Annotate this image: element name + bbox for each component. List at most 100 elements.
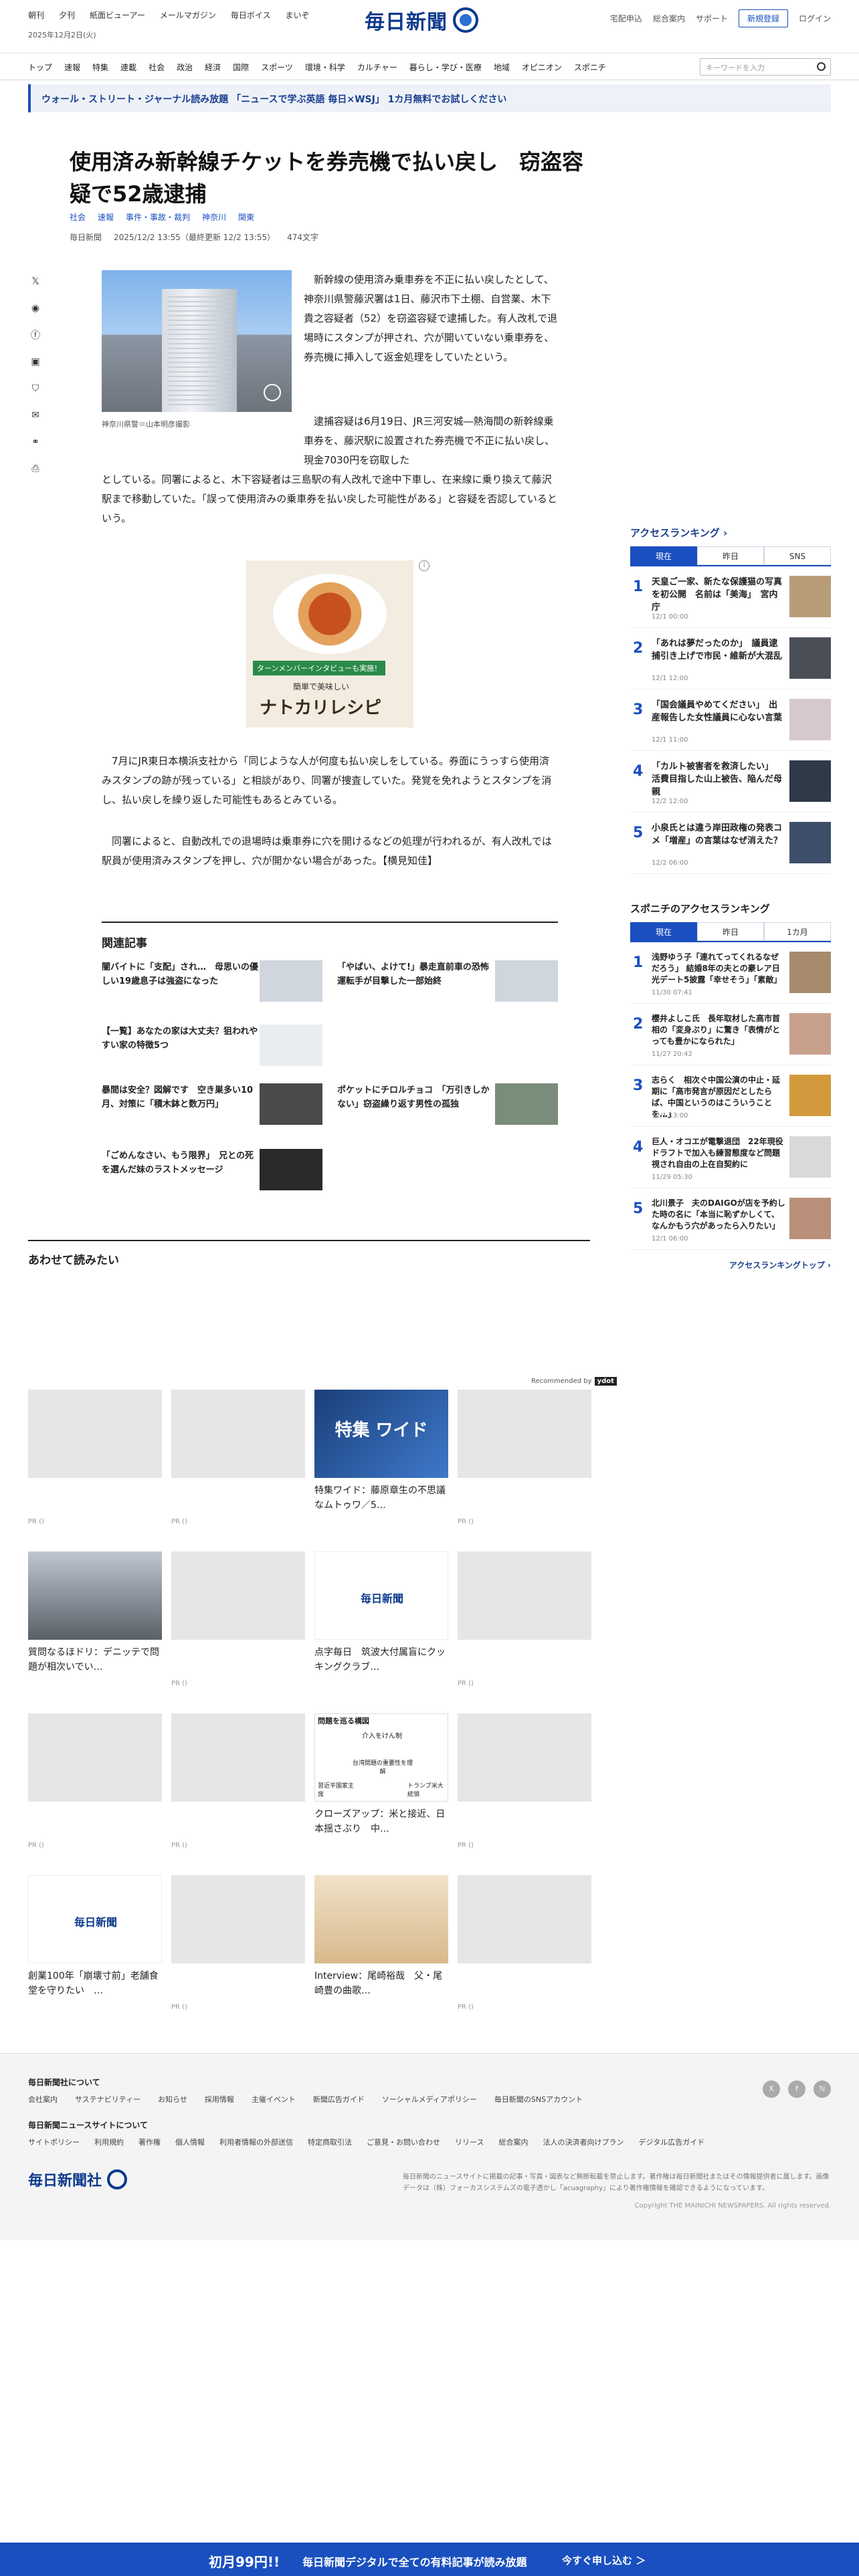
nav-item-culture[interactable]: カルチャー bbox=[357, 62, 409, 73]
ranking-item[interactable]: 1 天皇ご一家、新たな保護猫の写真を初公開 名前は「美海」 宮内庁 12/1 00:… bbox=[630, 566, 831, 628]
facebook-icon[interactable]: f bbox=[788, 2080, 805, 2098]
footer-link[interactable]: 法人の決済者向けプラン bbox=[543, 2137, 624, 2147]
register-button[interactable]: 新規登録 bbox=[738, 9, 788, 27]
ranking-top-link[interactable]: アクセスランキングトップ › bbox=[630, 1259, 831, 1271]
info-link[interactable]: 総合案内 bbox=[653, 13, 685, 24]
top-link-viewer[interactable]: 紙面ビューアー bbox=[90, 9, 145, 21]
sponichi-item[interactable]: 5 北川景子 夫のDAIGOが店を予約した時の名に「本当に恥ずかしくて、なんかもう… bbox=[630, 1188, 831, 1250]
footer-link[interactable]: サイトポリシー bbox=[28, 2137, 80, 2147]
ranking-item[interactable]: 5 小泉氏とは違う岸田政権の発表コメ「増産」の言葉はなぜ消えた？ 12/2 06:0… bbox=[630, 813, 831, 874]
bookmark-service-icon[interactable]: ◉ bbox=[28, 301, 43, 316]
footer-link[interactable]: 採用情報 bbox=[205, 2094, 234, 2105]
nav-item-economy[interactable]: 経済 bbox=[205, 62, 233, 73]
footer-link[interactable]: 新聞広告ガイド bbox=[313, 2094, 365, 2105]
related-article[interactable]: 暴間は安全？図解です 空き巣多い10月、対策に「積木鉢と数万円」 bbox=[102, 1083, 322, 1126]
top-link-mailmag[interactable]: メールマガジン bbox=[160, 9, 216, 21]
nav-item-top[interactable]: トップ bbox=[28, 62, 64, 73]
footer-link[interactable]: 著作権 bbox=[138, 2137, 161, 2147]
related-article[interactable]: 【一覧】あなたの家は大丈夫？狙われやすい家の特徴5つ bbox=[102, 1025, 322, 1067]
note-icon[interactable]: ℕ bbox=[814, 2080, 831, 2098]
recommend-card[interactable]: PR () bbox=[458, 1551, 591, 1687]
nav-item-sponichi[interactable]: スポニチ bbox=[574, 62, 618, 73]
recommend-card[interactable]: PR () bbox=[171, 1713, 305, 1849]
subscribe-bar[interactable]: 初月99円!! 毎日新聞デジタルで全ての有料記事が読み放題 今すぐ申し込む ＞ bbox=[0, 2543, 859, 2576]
mail-icon[interactable]: ✉ bbox=[28, 408, 43, 423]
footer-link[interactable]: 個人情報 bbox=[175, 2137, 205, 2147]
recipe-ad[interactable]: ターンメンバーインタビューも実施！ 簡単で美味しい ナトカリレシピ bbox=[246, 560, 413, 728]
recommend-card[interactable]: 毎日新聞 創業100年「崩壊寸前」老舗食堂を守りたい … bbox=[28, 1875, 162, 2004]
tag-society[interactable]: 社会 bbox=[70, 211, 86, 223]
ranking-item[interactable]: 3 「国会議員やめてください」 出産報告した女性議員に心ない言葉 12/1 11:0… bbox=[630, 689, 831, 751]
sponichi-item[interactable]: 4 巨人・オコエが電撃退団 22年現役ドラフトで加入も練習態度など問題視され自由の… bbox=[630, 1127, 831, 1188]
tag-incident[interactable]: 事件・事故・裁判 bbox=[126, 211, 190, 223]
footer-link[interactable]: 毎日新聞のSNSアカウント bbox=[494, 2094, 583, 2105]
nav-item-world[interactable]: 国際 bbox=[233, 62, 261, 73]
search-icon[interactable] bbox=[817, 62, 826, 71]
nav-item-politics[interactable]: 政治 bbox=[177, 62, 205, 73]
ranking-tab-now[interactable]: 現在 bbox=[630, 546, 697, 565]
sponichi-tab-month[interactable]: 1カ月 bbox=[764, 922, 831, 941]
footer-link[interactable]: お知らせ bbox=[158, 2094, 187, 2105]
recommend-card[interactable]: 毎日新聞 点字毎日 筑波大付属盲にクッキングクラブ… bbox=[314, 1551, 448, 1680]
sponichi-tab-yesterday[interactable]: 昨日 bbox=[697, 922, 764, 941]
recommend-card[interactable]: PR () bbox=[458, 1390, 591, 1525]
footer-logo[interactable]: 毎日新聞社 bbox=[28, 2169, 128, 2190]
top-link-voice[interactable]: 毎日ボイス bbox=[231, 9, 271, 21]
tag-kanagawa[interactable]: 神奈川 bbox=[202, 211, 226, 223]
bookmark-icon[interactable]: ⛉ bbox=[28, 381, 43, 396]
recommend-card[interactable]: PR () bbox=[458, 1713, 591, 1849]
nav-item-society[interactable]: 社会 bbox=[149, 62, 177, 73]
footer-link[interactable]: ソーシャルメディアポリシー bbox=[382, 2094, 477, 2105]
footer-link[interactable]: サステナビリティー bbox=[75, 2094, 140, 2105]
ranking-tab-yesterday[interactable]: 昨日 bbox=[697, 546, 764, 565]
site-logo[interactable]: 毎日新聞 bbox=[365, 5, 478, 35]
article-photo[interactable] bbox=[102, 270, 292, 412]
sponichi-tab-now[interactable]: 現在 bbox=[630, 922, 697, 941]
print-icon[interactable]: ⎙ bbox=[28, 461, 43, 476]
ranking-item[interactable]: 4 「カルト被害者を救済したい」 活費目指した山上被告、陥んだ母親 12/2 12:… bbox=[630, 751, 831, 813]
footer-link[interactable]: 主催イベント bbox=[252, 2094, 296, 2105]
nav-item-opinion[interactable]: オピニオン bbox=[522, 62, 574, 73]
x-share-icon[interactable]: 𝕏 bbox=[28, 274, 43, 289]
tag-kanto[interactable]: 関東 bbox=[238, 211, 254, 223]
footer-link[interactable]: 利用規約 bbox=[94, 2137, 124, 2147]
related-article[interactable]: 「やばい、よけて!」暴走直前車の恐怖 運転手が目撃した一部始終 bbox=[337, 960, 558, 1003]
nav-item-life[interactable]: 暮らし・学び・医療 bbox=[409, 62, 494, 73]
link-icon[interactable]: ⚭ bbox=[28, 435, 43, 449]
recommend-card[interactable]: PR () bbox=[28, 1713, 162, 1849]
related-article[interactable]: 「ごめんなさい、もう限界」 兄との死を選んだ妹のラストメッセージ bbox=[102, 1149, 322, 1192]
top-link-evening[interactable]: 夕刊 bbox=[59, 9, 75, 21]
nav-item-series[interactable]: 連載 bbox=[120, 62, 149, 73]
login-button[interactable]: ログイン bbox=[799, 13, 831, 24]
footer-link[interactable]: 特定商取引法 bbox=[308, 2137, 352, 2147]
recommend-card[interactable]: 特集 ワイド 特集ワイド：藤原章生の不思議なムトゥワ／5… bbox=[314, 1390, 448, 1518]
ranking-tab-sns[interactable]: SNS bbox=[764, 546, 831, 565]
search-input[interactable]: キーワードを入力 bbox=[700, 58, 831, 76]
recommend-card[interactable]: Interview：尾崎裕哉 父・尾崎豊の曲歌… bbox=[314, 1875, 448, 2004]
footer-link[interactable]: ご意見・お問い合わせ bbox=[367, 2137, 440, 2147]
related-article[interactable]: ポケットにチロルチョコ 「万引きしかない」窃盗繰り返す男性の孤独 bbox=[337, 1083, 558, 1126]
ranking-heading[interactable]: アクセスランキング › bbox=[630, 526, 831, 540]
note-icon[interactable]: ▣ bbox=[28, 354, 43, 369]
footer-link[interactable]: デジタル広告ガイド bbox=[638, 2137, 704, 2147]
recommend-card[interactable]: 問題を巡る構図 介入をけん制 台湾問題の重要性を理解 習近平国家主席 トランプ米大統領ク… bbox=[314, 1713, 448, 1842]
nav-item-sports[interactable]: スポーツ bbox=[261, 62, 305, 73]
top-link-morning[interactable]: 朝刊 bbox=[28, 9, 44, 21]
footer-link[interactable]: 利用者情報の外部送信 bbox=[219, 2137, 293, 2147]
recommend-card[interactable]: PR () bbox=[171, 1875, 305, 2011]
sponichi-item[interactable]: 1 浅野ゆう子「連れてってくれるなぜだろう」 結婚8年の夫との豪レア日光デート5披… bbox=[630, 942, 831, 1004]
x-icon[interactable]: X bbox=[763, 2080, 780, 2098]
nav-item-feature[interactable]: 特集 bbox=[92, 62, 120, 73]
zoom-icon[interactable] bbox=[264, 384, 281, 401]
footer-link[interactable]: 会社案内 bbox=[28, 2094, 58, 2105]
ad-info-icon[interactable]: i bbox=[419, 560, 430, 571]
ranking-item[interactable]: 2 「あれは夢だったのか」 議員逮捕引き上げで市民・維新が大混乱 12/1 12:0… bbox=[630, 628, 831, 689]
recommend-card[interactable]: PR () bbox=[171, 1390, 305, 1525]
nav-item-science[interactable]: 環境・科学 bbox=[305, 62, 357, 73]
facebook-icon[interactable]: ⓕ bbox=[28, 328, 43, 342]
recommend-card[interactable]: PR () bbox=[458, 1875, 591, 2011]
sponichi-item[interactable]: 3 志らく 相次ぐ中国公演の中止・延期に「高市発言が原因だとしたらば、中国というの… bbox=[630, 1065, 831, 1127]
recommend-card[interactable]: 質問なるほドリ：デニッテで問題が相次いでい… bbox=[28, 1551, 162, 1680]
support-link[interactable]: サポート bbox=[696, 13, 728, 24]
recommend-card[interactable]: PR () bbox=[28, 1390, 162, 1525]
